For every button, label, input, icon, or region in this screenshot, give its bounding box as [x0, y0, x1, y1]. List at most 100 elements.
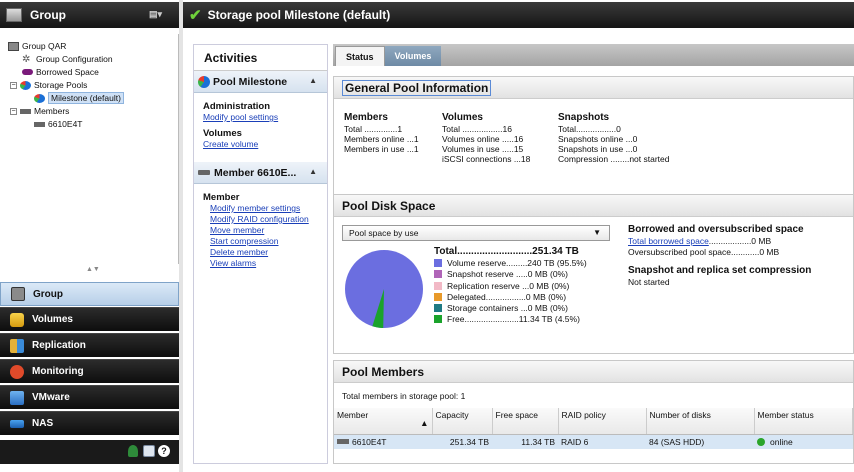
member-icon [34, 121, 45, 127]
replication-icon [10, 338, 24, 353]
help-icon[interactable]: ? [158, 445, 170, 457]
nas-icon [10, 419, 24, 428]
nav-replication[interactable]: Replication [0, 333, 179, 357]
pool-members-table: Member ▲ Capacity Free space RAID policy… [334, 408, 853, 449]
tree-item-member-6610e4t[interactable]: 6610E4T [34, 118, 83, 130]
member-icon [337, 438, 349, 444]
start-compression-link[interactable]: Start compression [210, 236, 327, 247]
column-free-space[interactable]: Free space [492, 408, 559, 435]
volumes-icon [10, 312, 24, 327]
delete-member-link[interactable]: Delete member [210, 247, 327, 258]
group-icon [8, 41, 19, 51]
member-section-header[interactable]: Member 6610E... ▲ [194, 162, 327, 184]
notes-icon[interactable] [143, 445, 155, 457]
activities-title: Activities [194, 45, 327, 71]
pool-members-panel: Pool Members Total members in storage po… [333, 360, 854, 464]
nav-group[interactable]: Group [0, 282, 179, 306]
pool-disk-space-panel: Pool Disk Space Pool space by use ▼ Tota… [333, 194, 854, 354]
status-online-icon [757, 437, 765, 446]
tree-item-milestone[interactable]: Milestone (default) [34, 92, 124, 104]
tab-volumes[interactable]: Volumes [384, 46, 442, 66]
legend-storage-containers: Storage containers ...0 MB (0%) [434, 303, 587, 314]
move-member-link[interactable]: Move member [210, 225, 327, 236]
pool-space-dropdown[interactable]: Pool space by use ▼ [342, 225, 610, 241]
collapse-icon[interactable]: − [10, 81, 17, 89]
user-icon[interactable] [128, 445, 138, 457]
nav-monitoring[interactable]: Monitoring [0, 359, 179, 383]
legend-swatch [434, 270, 442, 279]
legend-snapshot-reserve: Snapshot reserve .....0 MB (0%) [434, 269, 587, 280]
members-summary: Members Total ..............1 Members on… [344, 112, 419, 155]
modify-member-settings-link[interactable]: Modify member settings [210, 203, 327, 214]
resize-handle-icon[interactable]: ▲▼ [86, 266, 100, 273]
left-footer: ? [0, 440, 179, 464]
legend-swatch [434, 304, 442, 313]
pool-section-header[interactable]: Pool Milestone ▲ [194, 71, 327, 93]
pool-actions: Administration Modify pool settings Volu… [194, 93, 327, 156]
borrowed-space-info: Borrowed and oversubscribed space Total … [628, 224, 812, 287]
gear-icon: ✲ [22, 53, 31, 65]
nav-volumes[interactable]: Volumes [0, 307, 179, 331]
member-icon [198, 170, 210, 175]
tree-item-storage-pools[interactable]: − Storage Pools [10, 79, 87, 91]
column-capacity[interactable]: Capacity [432, 408, 493, 435]
member-icon [20, 108, 31, 114]
left-panel-header: Group ▤▾ [0, 2, 179, 28]
table-row[interactable]: 6610E4T 251.34 TB 11.34 TB RAID 6 84 (SA… [334, 434, 853, 449]
tree-item-group[interactable]: Group QAR [8, 40, 66, 52]
main-header: ✔ Storage pool Milestone (default) [183, 2, 854, 28]
legend-free: Free.......................11.34 TB (4.5… [434, 314, 587, 325]
pool-space-legend: Total...........................251.34 T… [434, 245, 587, 326]
modify-raid-configuration-link[interactable]: Modify RAID configuration [210, 214, 327, 225]
legend-swatch [434, 292, 442, 301]
tree-item-group-configuration[interactable]: ✲ Group Configuration [22, 53, 113, 65]
nav-nas[interactable]: NAS [0, 411, 179, 435]
group-icon [6, 8, 22, 22]
legend-delegated: Delegated.................0 MB (0%) [434, 292, 587, 303]
member-actions: Member Modify member settings Modify RAI… [194, 184, 327, 275]
content-area: Status Volumes General Pool Information … [333, 44, 854, 464]
column-number-of-disks[interactable]: Number of disks [646, 408, 755, 435]
legend-swatch [434, 281, 442, 290]
tree-item-borrowed-space[interactable]: Borrowed Space [22, 66, 99, 78]
tab-bar: Status Volumes [333, 44, 854, 66]
storage-pool-icon [20, 80, 31, 90]
members-count: Total members in storage pool: 1 [342, 391, 466, 401]
chevron-down-icon: ▼ [593, 228, 601, 237]
vmware-icon [10, 390, 24, 405]
panel-splitter[interactable] [179, 0, 183, 472]
legend-replication-reserve: Replication reserve ...0 MB (0%) [434, 281, 587, 292]
create-volume-link[interactable]: Create volume [203, 139, 327, 150]
modify-pool-settings-link[interactable]: Modify pool settings [203, 112, 327, 123]
tree-item-members[interactable]: − Members [10, 105, 69, 117]
page-title: Storage pool Milestone (default) [207, 8, 391, 22]
snapshots-summary: Snapshots Total.................0 Snapsh… [558, 112, 670, 165]
total-borrowed-space-link[interactable]: Total borrowed space [628, 236, 709, 246]
sort-ascending-icon: ▲ [420, 418, 429, 428]
storage-pool-icon [198, 75, 210, 88]
column-raid-policy[interactable]: RAID policy [558, 408, 647, 435]
nav-vmware[interactable]: VMware [0, 385, 179, 409]
general-pool-info-header[interactable]: General Pool Information [334, 77, 853, 99]
checkmark-icon: ✔ [189, 7, 202, 24]
legend-swatch [434, 315, 442, 324]
column-member-status[interactable]: Member status [754, 408, 853, 435]
total-space: Total...........................251.34 T… [434, 246, 579, 257]
borrowed-space-icon [22, 69, 33, 75]
tab-status[interactable]: Status [335, 46, 385, 66]
volumes-summary: Volumes Total .................16 Volume… [442, 112, 531, 165]
pool-space-pie [345, 250, 423, 328]
left-panel: Group ▤▾ Group QAR ✲ Group Configuration… [0, 0, 180, 472]
view-menu-icon[interactable]: ▤▾ [149, 9, 165, 21]
collapse-up-icon[interactable]: ▲ [309, 167, 317, 176]
legend-swatch [434, 259, 442, 267]
pool-disk-space-header: Pool Disk Space [334, 195, 853, 217]
group-tree: Group QAR ✲ Group Configuration Borrowed… [0, 34, 179, 264]
monitoring-icon [10, 364, 24, 379]
view-alarms-link[interactable]: View alarms [210, 258, 327, 269]
column-member[interactable]: Member ▲ [334, 408, 433, 435]
group-icon [11, 287, 25, 301]
collapse-icon[interactable]: − [10, 107, 17, 115]
collapse-up-icon[interactable]: ▲ [309, 76, 317, 85]
activities-panel: Activities Pool Milestone ▲ Administrati… [193, 44, 328, 464]
